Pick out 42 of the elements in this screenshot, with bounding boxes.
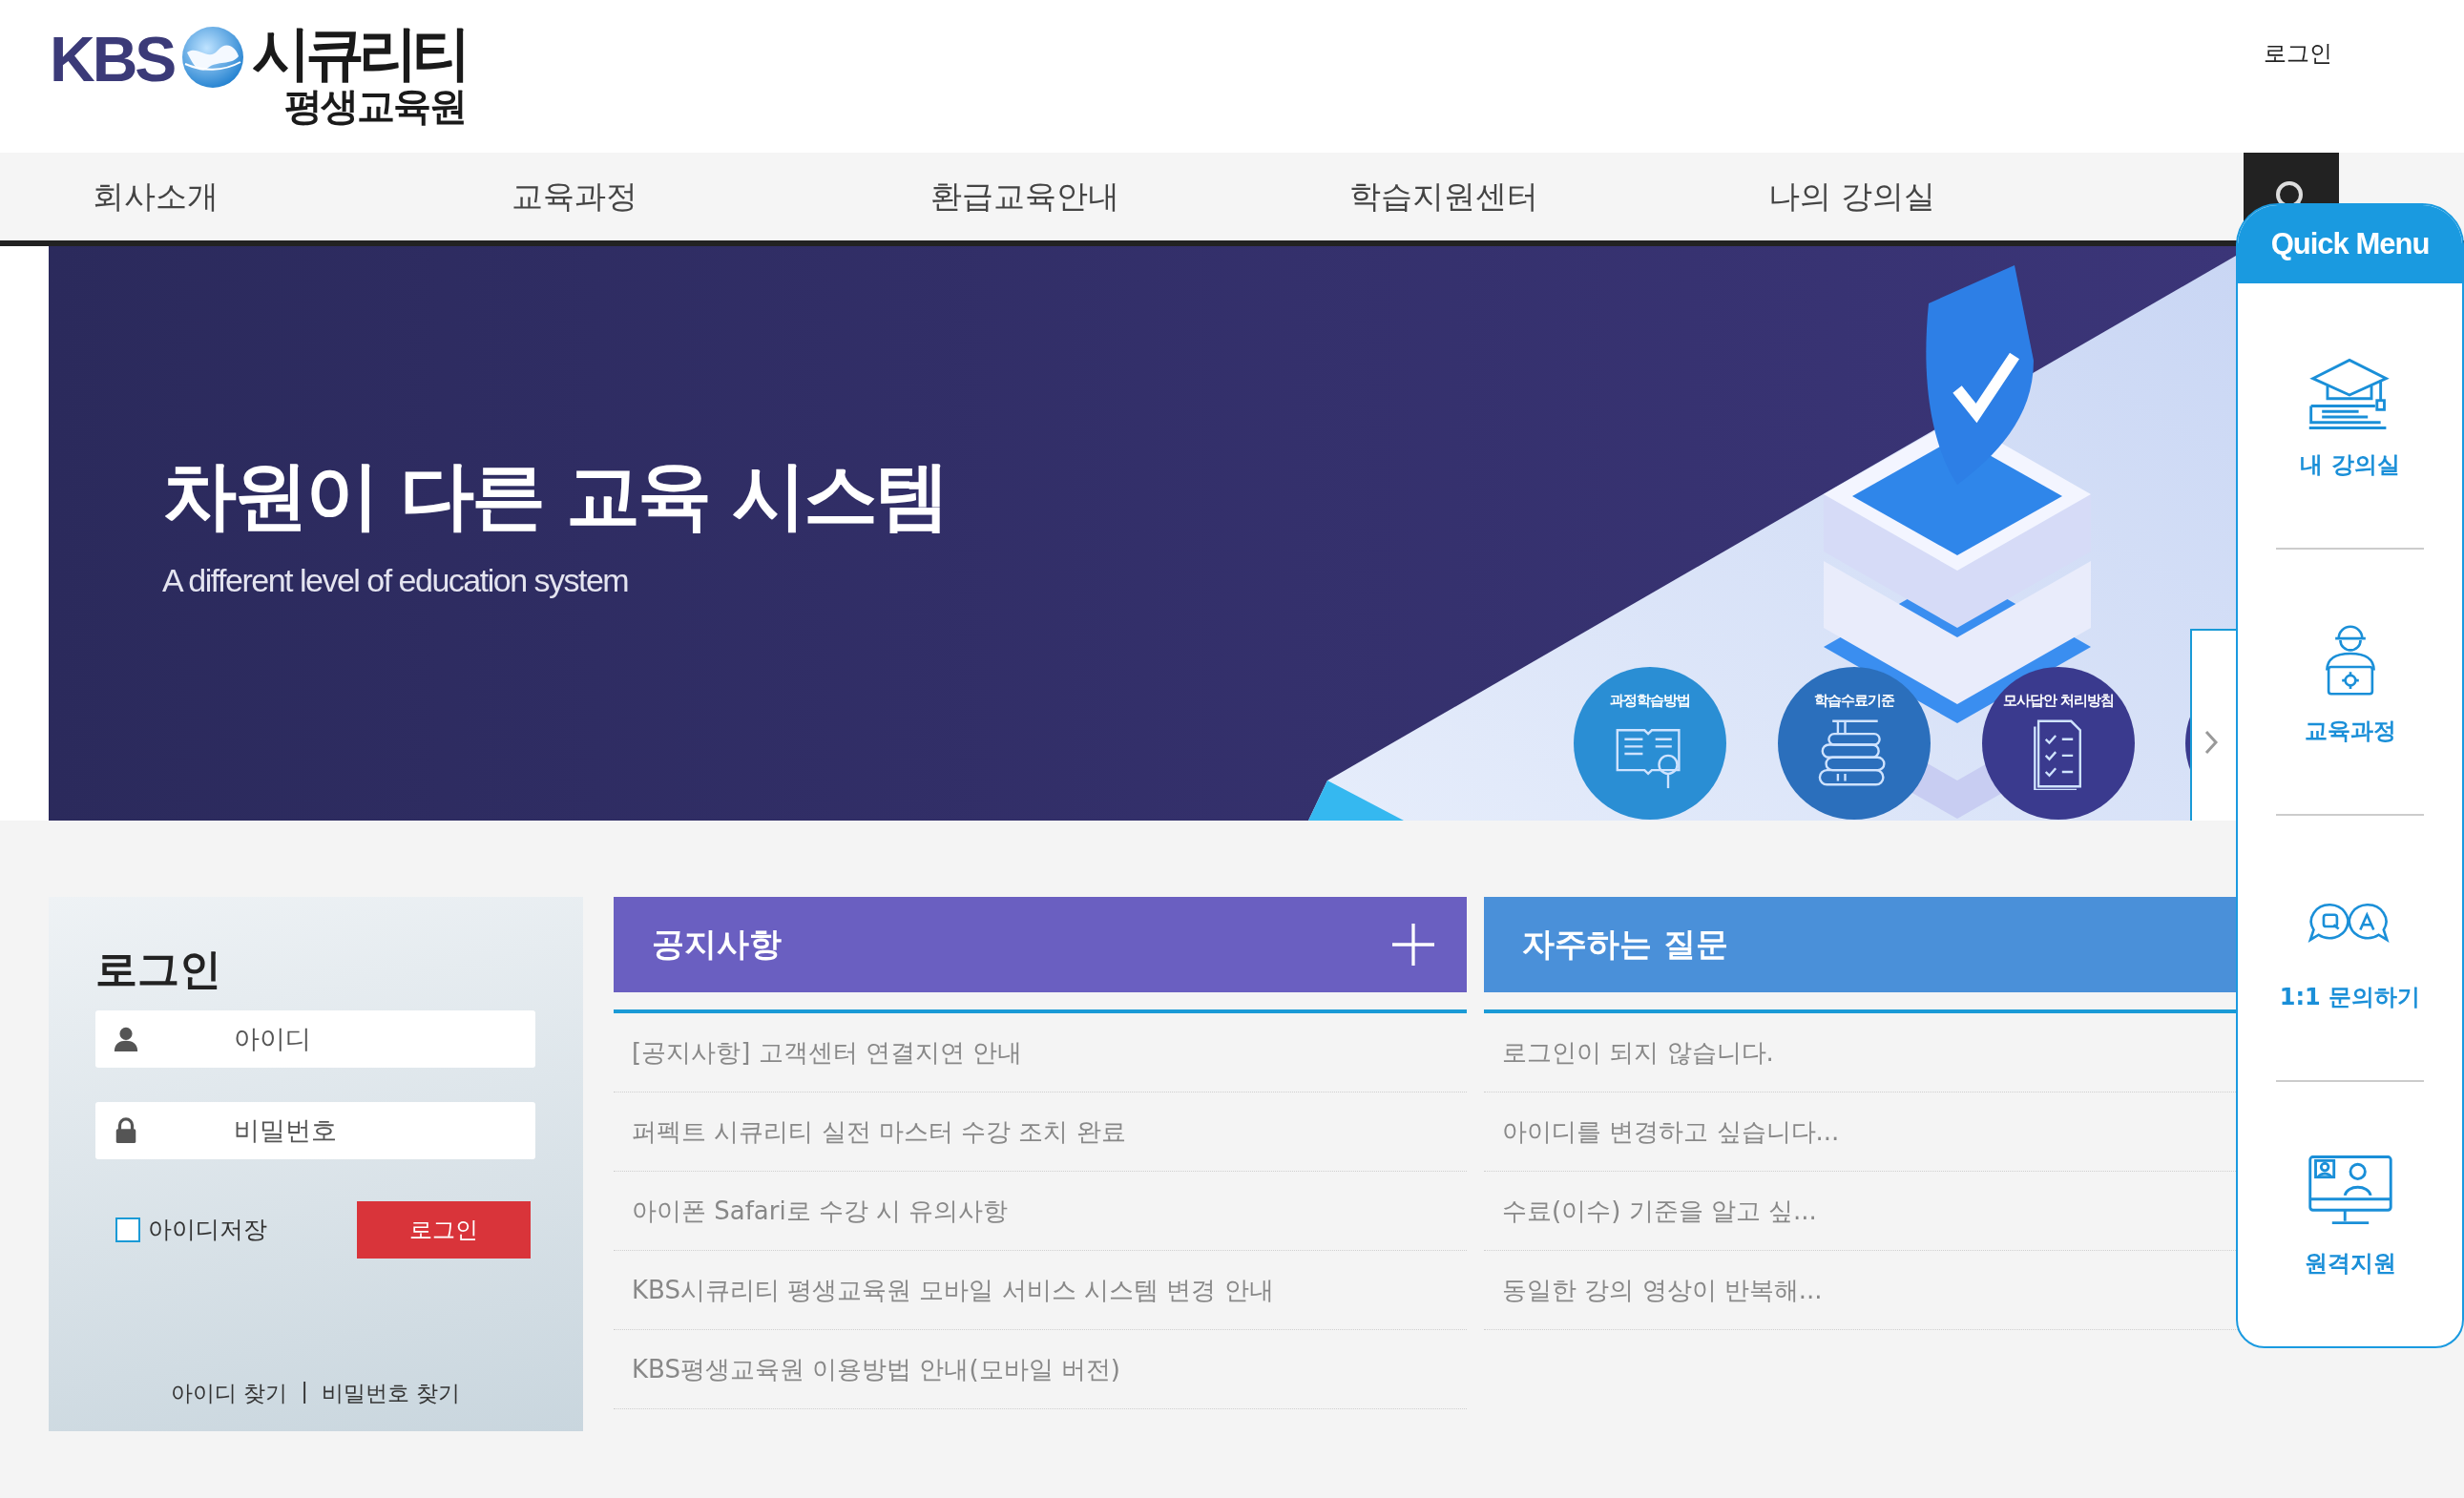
login-link[interactable]: 로그인 — [2264, 38, 2332, 69]
faq-link[interactable]: 동일한 강의 영상이 반복해... — [1502, 1273, 1823, 1307]
circle-label: 학습수료기준 — [1814, 692, 1894, 710]
logo-text[interactable]: KBS — [50, 28, 175, 91]
plus-icon[interactable] — [1392, 924, 1434, 966]
notice-link[interactable]: 퍼펙트 시큐리티 실전 마스터 수강 조치 완료 — [632, 1114, 1126, 1149]
link-separator: | — [301, 1379, 308, 1405]
quick-menu-title: Quick Menu — [2238, 205, 2462, 284]
nav-menu-item[interactable]: 환급교육안내 — [930, 175, 1349, 218]
nav-menu-item[interactable]: 나의 강의실 — [1768, 175, 2187, 218]
notice-link[interactable]: 아이폰 Safari로 수강 시 유의사항 — [632, 1194, 1009, 1228]
nav-menu-item[interactable]: 학습지원센터 — [1349, 175, 1768, 218]
logo-text[interactable]: 시큐리티 — [252, 24, 467, 83]
id-field[interactable]: 아이디 — [95, 1009, 535, 1068]
notice-link[interactable]: KBS평생교육원 이용방법 안내(모바일 버전) — [632, 1352, 1120, 1386]
remember-label[interactable]: 아이디저장 — [148, 1214, 267, 1246]
faq-link[interactable]: 아이디를 변경하고 싶습니다... — [1502, 1114, 1840, 1149]
faq-link[interactable]: 수료(이수) 기준을 알고 싶... — [1502, 1194, 1817, 1228]
remember-checkbox[interactable] — [115, 1217, 140, 1242]
notice-link[interactable]: KBS시큐리티 평생교육원 모바일 서비스 시스템 변경 안내 — [632, 1273, 1274, 1307]
user-icon — [113, 1025, 139, 1052]
password-field[interactable]: 비밀번호 — [95, 1101, 535, 1159]
login-title: 로그인 — [95, 945, 222, 995]
notice-link[interactable]: [공지사항] 고객센터 연결지연 안내 — [632, 1035, 1023, 1070]
quick-menu-item[interactable]: 1:1 문의하기 — [2279, 816, 2421, 1081]
logo-subtitle[interactable]: 평생교육원 — [284, 83, 467, 129]
circle-label: 모사답안 처리방침 — [2002, 692, 2115, 710]
banner-subheading: A different level of education system — [162, 561, 629, 599]
nav-menu-item[interactable]: 교육과정 — [512, 175, 930, 218]
notice-title: 공지사항 — [652, 924, 782, 965]
faq-link[interactable]: 로그인이 되지 않습니다. — [1502, 1035, 1774, 1070]
chevron-right-icon — [2203, 729, 2219, 756]
faq-title: 자주하는 질문 — [1522, 924, 1728, 965]
quick-menu-item[interactable]: 원격지원 — [2304, 1082, 2396, 1346]
circle-label: 과정학습방법 — [1610, 692, 1690, 710]
quick-menu-item[interactable]: 내 강의실 — [2300, 283, 2400, 549]
banner-heading: 차원이 다른 교육 시스템 — [162, 451, 948, 540]
quick-menu-item[interactable]: 교육과정 — [2304, 550, 2396, 815]
find-password-link[interactable]: 비밀번호 찾기 — [321, 1379, 461, 1408]
login-button[interactable]: 로그인 — [357, 1200, 531, 1259]
find-id-link[interactable]: 아이디 찾기 — [170, 1379, 288, 1408]
nav-menu-item[interactable]: 회사소개 — [93, 175, 512, 218]
